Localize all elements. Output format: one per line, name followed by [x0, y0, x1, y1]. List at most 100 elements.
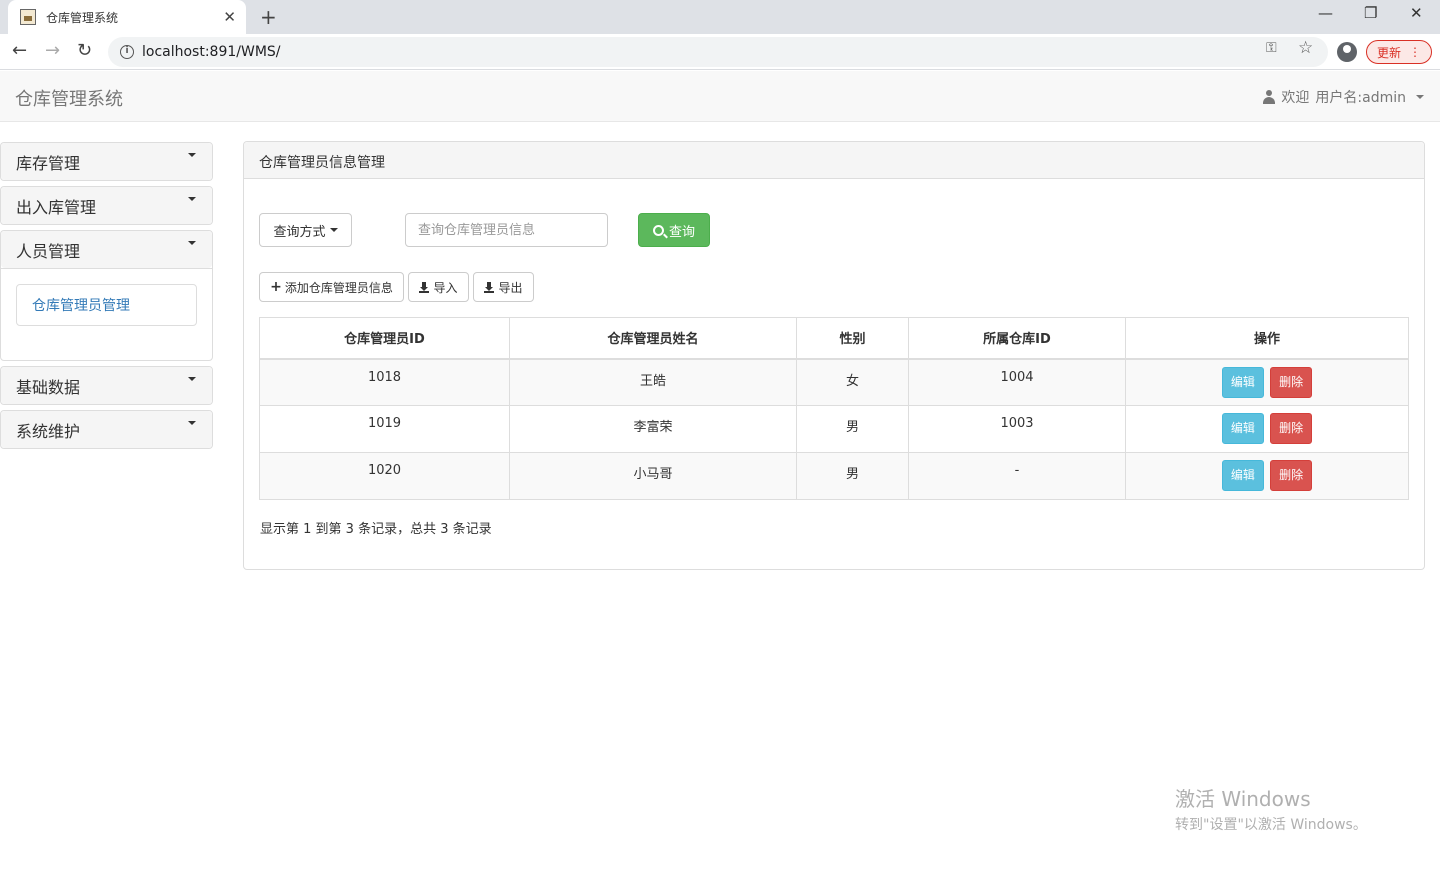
- sidebar-item-label: 系统维护: [16, 421, 81, 441]
- update-button[interactable]: 更新 ⋮: [1366, 40, 1432, 64]
- url-field[interactable]: i localhost:891/WMS/: [108, 37, 1328, 67]
- cell-id: 1018: [259, 358, 510, 406]
- browser-tab-bar: 仓库管理系统 ✕ + — ❐ ✕: [0, 0, 1440, 34]
- delete-button[interactable]: 删除: [1270, 460, 1313, 491]
- column-header[interactable]: 仓库管理员ID: [259, 317, 510, 360]
- username-text: 用户名:admin: [1315, 90, 1406, 106]
- export-icon: [484, 281, 495, 293]
- cell-sex: 女: [796, 358, 909, 406]
- cell-repo: -: [908, 452, 1126, 500]
- sidebar-item-label: 出入库管理: [16, 197, 97, 217]
- sidebar: 库存管理 出入库管理 人员管理 仓库管理员管理 基础数据 系统维护: [0, 142, 213, 454]
- chevron-down-icon: [188, 197, 196, 201]
- favicon-icon: [20, 9, 36, 25]
- sidebar-item-stock-io[interactable]: 出入库管理: [1, 187, 212, 224]
- cell-actions: 编辑 删除: [1125, 405, 1409, 453]
- watermark-subtitle: 转到"设置"以激活 Windows。: [1175, 817, 1367, 833]
- cell-name: 王皓: [509, 358, 797, 406]
- delete-button[interactable]: 删除: [1270, 366, 1313, 398]
- edit-button[interactable]: 编辑: [1221, 413, 1264, 444]
- url-text: localhost:891/WMS/: [142, 44, 281, 60]
- cell-id: 1020: [259, 452, 510, 500]
- pagination-info: 显示第 1 到第 3 条记录，总共 3 条记录: [260, 522, 492, 537]
- sidebar-item-inventory[interactable]: 库存管理: [1, 143, 212, 180]
- tab-title: 仓库管理系统: [46, 10, 119, 25]
- panel-title: 仓库管理员信息管理: [244, 142, 1424, 179]
- sidebar-item-label: 库存管理: [16, 153, 81, 173]
- back-icon[interactable]: ←: [12, 40, 27, 61]
- browser-tab[interactable]: 仓库管理系统 ✕: [8, 0, 246, 34]
- import-icon: [419, 281, 430, 293]
- query-mode-dropdown[interactable]: 查询方式: [259, 213, 352, 247]
- search-icon: [652, 224, 664, 236]
- edit-button[interactable]: 编辑: [1221, 366, 1264, 398]
- tab-close-icon[interactable]: ✕: [223, 8, 236, 26]
- column-header: 操作: [1125, 317, 1409, 360]
- search-button[interactable]: 查询: [638, 213, 710, 247]
- user-menu[interactable]: 欢迎 用户名:admin: [1263, 87, 1424, 107]
- sidebar-panel-body: 仓库管理员管理: [1, 268, 212, 360]
- search-button-label: 查询: [668, 224, 695, 240]
- sidebar-item-basic-data[interactable]: 基础数据: [1, 367, 212, 404]
- cell-name: 李富荣: [509, 405, 797, 453]
- chevron-down-icon: [1416, 95, 1424, 99]
- main-panel: 仓库管理员信息管理 查询方式 查询 + 添加仓库管理员信息 导入 导出 仓库管理…: [243, 141, 1425, 570]
- brand-title[interactable]: 仓库管理系统: [15, 85, 123, 111]
- sidebar-panel-inventory: 库存管理: [0, 142, 213, 181]
- sidebar-panel-basic-data: 基础数据: [0, 366, 213, 405]
- user-icon: [1263, 90, 1276, 104]
- import-button[interactable]: 导入: [408, 272, 469, 302]
- sidebar-item-system[interactable]: 系统维护: [1, 411, 212, 448]
- delete-button[interactable]: 删除: [1270, 413, 1313, 444]
- cell-name: 小马哥: [509, 452, 797, 500]
- windows-activation-watermark: 激活 Windows 转到"设置"以激活 Windows。: [1175, 783, 1367, 834]
- close-window-button[interactable]: ✕: [1410, 4, 1423, 22]
- new-tab-button[interactable]: +: [260, 5, 277, 29]
- forward-icon[interactable]: →: [45, 40, 60, 61]
- sidebar-panel-system: 系统维护: [0, 410, 213, 449]
- column-header[interactable]: 仓库管理员姓名: [509, 317, 797, 360]
- maximize-button[interactable]: ❐: [1364, 4, 1377, 22]
- cell-repo: 1004: [908, 358, 1126, 406]
- profile-avatar-icon[interactable]: [1337, 42, 1357, 62]
- sidebar-panel-personnel: 人员管理 仓库管理员管理: [0, 230, 213, 361]
- export-button[interactable]: 导出: [473, 272, 534, 302]
- add-admin-button[interactable]: + 添加仓库管理员信息: [259, 272, 404, 302]
- app-navbar: 仓库管理系统 欢迎 用户名:admin: [0, 71, 1440, 122]
- table-row: 1019 李富荣 男 1003 编辑 删除: [259, 405, 1409, 453]
- cell-actions: 编辑 删除: [1125, 452, 1409, 500]
- sidebar-item-personnel[interactable]: 人员管理: [1, 231, 212, 268]
- welcome-text: 欢迎: [1281, 90, 1310, 106]
- table-row: 1018 王皓 女 1004 编辑 删除: [259, 358, 1409, 406]
- cell-id: 1019: [259, 405, 510, 453]
- site-info-icon[interactable]: i: [120, 45, 134, 59]
- search-input[interactable]: [405, 213, 608, 247]
- table-header-row: 仓库管理员ID 仓库管理员姓名 性别 所属仓库ID 操作: [259, 317, 1409, 360]
- sidebar-item-label: 人员管理: [16, 241, 81, 261]
- bookmark-star-icon[interactable]: ☆: [1298, 38, 1313, 58]
- import-label: 导入: [433, 280, 458, 295]
- update-label: 更新: [1376, 45, 1401, 60]
- chevron-down-icon: [188, 377, 196, 381]
- chevron-down-icon: [188, 421, 196, 425]
- table-row: 1020 小马哥 男 - 编辑 删除: [259, 452, 1409, 500]
- query-mode-label: 查询方式: [273, 224, 326, 240]
- key-icon[interactable]: ⚿: [1266, 40, 1277, 56]
- plus-icon: +: [270, 279, 282, 295]
- menu-dots-icon: ⋮: [1409, 45, 1421, 59]
- address-bar: ← → ↻ i localhost:891/WMS/ ⚿ ☆ 更新 ⋮: [0, 34, 1440, 70]
- chevron-down-icon: [329, 228, 338, 232]
- reload-icon[interactable]: ↻: [77, 40, 92, 61]
- sidebar-item-repo-admin[interactable]: 仓库管理员管理: [16, 284, 197, 326]
- sidebar-item-label: 基础数据: [16, 377, 81, 397]
- edit-button[interactable]: 编辑: [1221, 460, 1264, 491]
- cell-actions: 编辑 删除: [1125, 358, 1409, 406]
- minimize-button[interactable]: —: [1318, 4, 1333, 22]
- add-admin-label: 添加仓库管理员信息: [284, 280, 393, 295]
- sidebar-panel-stock-io: 出入库管理: [0, 186, 213, 225]
- column-header[interactable]: 性别: [796, 317, 909, 360]
- chevron-down-icon: [188, 241, 196, 245]
- cell-sex: 男: [796, 452, 909, 500]
- watermark-title: 激活 Windows: [1175, 787, 1311, 811]
- column-header[interactable]: 所属仓库ID: [908, 317, 1126, 360]
